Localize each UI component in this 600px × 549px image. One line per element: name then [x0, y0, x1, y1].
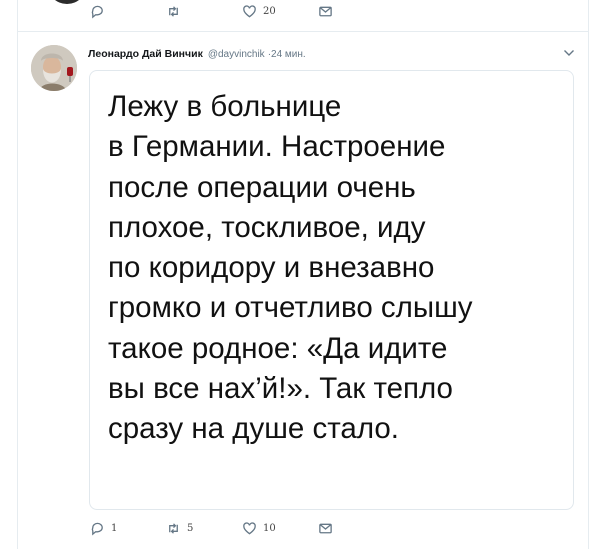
chevron-down-icon[interactable]	[563, 49, 575, 57]
tweet-header: Леонардо Дай Винчик @dayvinchik ·24 мин.	[88, 48, 306, 60]
tweet-image[interactable]: Лежу в больнице в Германии. Настроение п…	[89, 70, 574, 510]
retweet-icon	[169, 6, 178, 17]
message-action[interactable]	[318, 521, 394, 536]
heart-icon	[243, 522, 256, 535]
tweet-timestamp[interactable]: ·24 мин.	[268, 49, 306, 60]
reply-action[interactable]: 1	[90, 521, 166, 536]
reply-icon	[91, 522, 103, 536]
previous-tweet-actions: 20	[90, 4, 394, 19]
avatar[interactable]	[31, 45, 77, 91]
author-handle[interactable]: @dayvinchik	[208, 49, 265, 60]
envelope-icon	[319, 6, 332, 17]
message-action[interactable]	[318, 4, 394, 19]
retweet-icon	[169, 523, 178, 534]
retweet-action[interactable]	[166, 4, 242, 19]
reply-action[interactable]	[90, 4, 166, 19]
like-action[interactable]: 10	[242, 521, 318, 536]
retweet-action[interactable]: 5	[166, 521, 242, 536]
like-action[interactable]: 20	[242, 4, 318, 19]
tweet-image-text: Лежу в больнице в Германии. Настроение п…	[108, 90, 473, 446]
like-count: 20	[263, 6, 276, 17]
heart-icon	[243, 5, 256, 18]
like-count: 10	[263, 523, 276, 534]
retweet-count: 5	[187, 523, 194, 534]
tweet-divider	[17, 31, 588, 32]
reply-icon	[91, 5, 103, 19]
tweet-actions: 1 5 10	[90, 521, 394, 536]
envelope-icon	[319, 523, 332, 534]
author-name[interactable]: Леонардо Дай Винчик	[88, 48, 203, 60]
reply-count: 1	[111, 523, 118, 534]
avatar-image	[31, 45, 77, 91]
